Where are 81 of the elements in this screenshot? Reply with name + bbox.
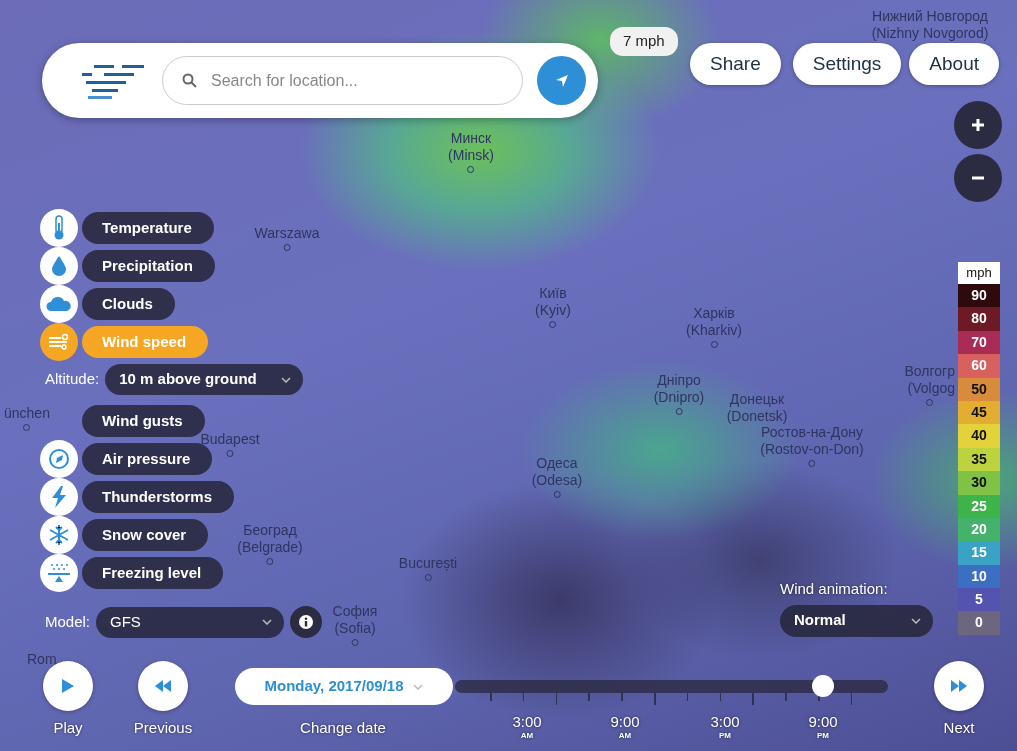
gauge-icon[interactable]: [40, 440, 78, 478]
thermometer-icon[interactable]: [40, 209, 78, 247]
city-label: Донецьк (Donetsk): [726, 391, 788, 425]
legend-step: 0: [958, 611, 1000, 635]
model-dropdown[interactable]: GFS: [96, 606, 285, 638]
time-tick-label: 9:00 AM: [609, 715, 641, 742]
city-label: Волгогр (Volgog: [904, 363, 955, 406]
city-label: Нижний Новгород (Nizhny Novgorod): [871, 8, 989, 42]
city-label: București: [398, 555, 458, 581]
play-icon: [61, 678, 75, 694]
city-label: Київ (Kyiv): [535, 285, 571, 328]
nav-button[interactable]: Share: [690, 43, 781, 85]
play-label: Play: [53, 718, 83, 738]
wind-animation-label: Wind animation:: [780, 579, 889, 599]
caret-icon: [281, 376, 292, 383]
altitude-dropdown[interactable]: 10 m above ground: [105, 364, 304, 395]
city-label: ünchen: [4, 405, 50, 431]
legend-step: 30: [958, 471, 1000, 495]
altitude-label: Altitude:: [45, 369, 100, 390]
legend-step: 20: [958, 517, 1000, 542]
caret-icon: [911, 617, 921, 624]
legend-step: 45: [958, 400, 1000, 425]
snowflake-icon[interactable]: [40, 516, 78, 554]
caret-icon: [413, 683, 424, 690]
wind-speed-readout: 7 mph: [610, 27, 678, 56]
next-label: Next: [943, 718, 975, 738]
city-label: Београд (Belgrade): [237, 522, 303, 565]
layer-button[interactable]: Snow cover: [82, 519, 209, 551]
lightning-icon[interactable]: [40, 478, 78, 516]
layer-button[interactable]: Air pressure: [82, 443, 213, 475]
legend-step: 25: [958, 494, 1000, 518]
next-button[interactable]: [934, 661, 984, 711]
legend-unit: mph: [958, 262, 1000, 284]
time-tick-label: 3:00 AM: [511, 715, 543, 742]
legend-step: 35: [958, 447, 1000, 472]
city-label: Ростов-на-Дону (Rostov-on-Don): [760, 424, 864, 467]
layer-button[interactable]: Freezing level: [82, 557, 224, 589]
rewind-icon: [154, 679, 172, 693]
locate-button[interactable]: [537, 56, 586, 105]
slider-thumb[interactable]: [812, 675, 835, 697]
legend-step: 15: [958, 541, 1000, 565]
plus-icon: [971, 118, 985, 132]
previous-button[interactable]: [138, 661, 188, 711]
info-icon[interactable]: [290, 606, 323, 638]
time-tick-label: 9:00 PM: [807, 715, 839, 742]
zoom-in-button[interactable]: [954, 101, 1002, 149]
city-label: Warszawa: [254, 225, 320, 251]
city-label: Харків (Kharkiv): [686, 305, 742, 348]
city-label: София (Sofia): [332, 603, 378, 646]
layer-button[interactable]: Clouds: [82, 288, 175, 320]
legend-step: 80: [958, 307, 1000, 331]
water-drop-icon[interactable]: [40, 247, 78, 285]
legend-step: 70: [958, 330, 1000, 355]
model-label: Model:: [45, 611, 91, 632]
city-label: Дніпро (Dnipro): [653, 372, 705, 415]
legend-step: 10: [958, 564, 1000, 589]
nav-button[interactable]: Settings: [792, 43, 902, 85]
nav-button[interactable]: About: [909, 43, 999, 85]
cloud-icon[interactable]: [40, 285, 78, 323]
layer-button[interactable]: Thunderstorms: [82, 481, 234, 513]
legend-step: 40: [958, 424, 1000, 448]
search-icon: [182, 73, 197, 88]
wind-animation-dropdown[interactable]: Normal: [780, 604, 933, 637]
city-label: Rom: [27, 651, 57, 668]
layer-button[interactable]: Precipitation: [82, 250, 215, 282]
city-label: Минск (Minsk): [448, 130, 494, 173]
wind-icon[interactable]: [40, 323, 78, 361]
city-label: Одеса (Odesa): [531, 455, 583, 498]
change-date-label: Change date: [300, 718, 386, 738]
layer-button[interactable]: Temperature: [82, 212, 214, 244]
legend-step: 60: [958, 354, 1000, 378]
previous-label: Previous: [133, 718, 193, 738]
legend-step: 5: [958, 588, 1000, 612]
time-tick-label: 3:00 PM: [709, 715, 741, 742]
zoom-out-button[interactable]: [954, 154, 1002, 202]
caret-icon: [262, 619, 273, 625]
legend-step: 90: [958, 284, 1000, 308]
legend-step: 50: [958, 377, 1000, 401]
timeline-slider[interactable]: [455, 675, 888, 705]
search-field[interactable]: Search for location...: [162, 56, 523, 105]
fast-forward-icon: [950, 679, 968, 693]
